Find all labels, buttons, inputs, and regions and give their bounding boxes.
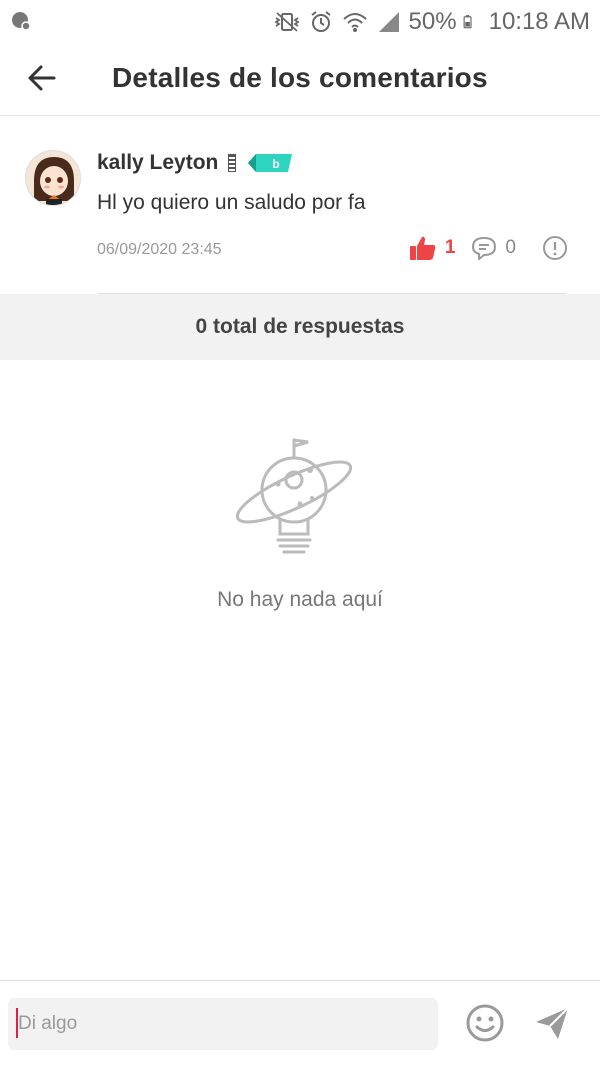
clock: 10:18 AM [488, 8, 590, 35]
emoji-button[interactable] [465, 1003, 505, 1043]
thumbs-up-icon [409, 236, 436, 260]
comment-card: kally Leyton b Hl yo quiero un saludo po… [0, 117, 600, 294]
alarm-icon [310, 11, 331, 32]
username[interactable]: kally Leyton [97, 151, 218, 175]
empty-state: No hay nada aquí [0, 430, 600, 612]
replies-summary-bar: 0 total de respuestas [0, 294, 600, 360]
vibrate-icon [273, 12, 300, 32]
comment-actions: 1 0 [409, 235, 568, 261]
user-flag-icon [228, 154, 237, 172]
reply-button[interactable]: 0 [471, 236, 516, 260]
alert-circle-icon [543, 236, 567, 260]
send-icon [536, 1007, 569, 1039]
planet-bulb-icon [235, 438, 353, 554]
report-button[interactable] [542, 235, 568, 261]
badge-letter: b [273, 157, 280, 171]
chat-bubble-icon [472, 236, 497, 260]
avatar-image [26, 151, 80, 205]
comment-timestamp: 06/09/2020 23:45 [97, 241, 222, 258]
page-title: Detalles de los comentarios [112, 62, 488, 93]
comment-text: Hl yo quiero un saludo por fa [97, 191, 366, 214]
empty-message: No hay nada aquí [217, 588, 383, 611]
like-button[interactable]: 1 [409, 235, 456, 261]
back-button[interactable] [22, 58, 62, 98]
total-replies-label: 0 total de respuestas [195, 315, 405, 338]
avatar[interactable] [25, 150, 81, 206]
comment-input[interactable] [8, 998, 438, 1050]
app-bar: Detalles de los comentarios [0, 44, 600, 116]
send-button[interactable] [532, 1003, 572, 1043]
reply-count: 0 [505, 237, 516, 258]
smiley-icon [466, 1004, 504, 1042]
battery-percent: 50% [408, 8, 457, 35]
level-badge-icon: b [248, 154, 293, 172]
user-row: kally Leyton b [97, 147, 294, 179]
signal-icon [378, 12, 399, 32]
text-caret [16, 1008, 18, 1038]
status-icons: 50% 10:18 AM [273, 6, 590, 38]
wifi-icon [342, 13, 367, 32]
status-bar: 50% 10:18 AM [0, 0, 600, 44]
comment-composer [0, 980, 600, 1067]
battery-icon [463, 15, 472, 29]
like-count: 1 [444, 237, 456, 258]
back-arrow-icon [28, 65, 56, 91]
notification-icon [12, 12, 31, 31]
